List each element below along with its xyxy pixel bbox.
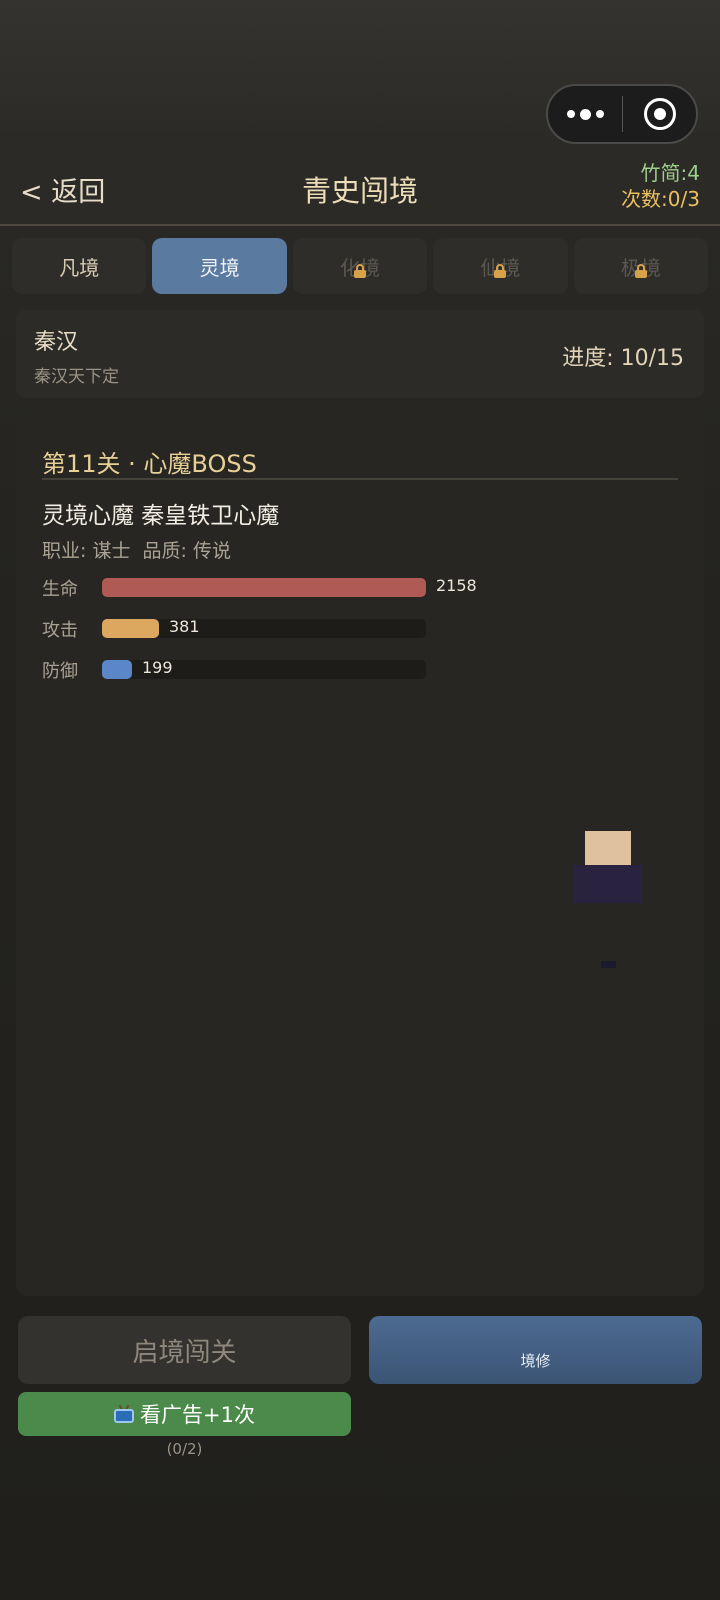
page-title: 青史闯境 bbox=[301, 174, 418, 208]
bamboo-count: 竹简:4 bbox=[640, 161, 700, 185]
stat-label: 生命 bbox=[42, 579, 78, 600]
tab-fanjing[interactable]: 凡境 bbox=[12, 238, 147, 294]
watch-ad-label: 看广告+1次 bbox=[140, 1403, 255, 1427]
stage-panel: 第11关 · 心魔BOSS 灵境心魔 秦皇铁卫心魔 职业: 谋士 品质: 传说 … bbox=[16, 414, 704, 1296]
chapter-subtitle: 秦汉天下定 bbox=[34, 367, 119, 387]
stat-value: 2158 bbox=[436, 576, 477, 595]
jingxiu-label: 境修 bbox=[520, 1352, 551, 1370]
tab-jijing[interactable]: 极境 bbox=[573, 238, 709, 294]
lock-icon bbox=[634, 264, 647, 278]
boss-sprite-shadow bbox=[601, 961, 616, 968]
chapter-card: 秦汉 秦汉天下定 进度: 10/15 bbox=[16, 310, 704, 398]
stat-bar-fill bbox=[102, 578, 426, 597]
stat-label: 防御 bbox=[42, 661, 78, 682]
chapter-name: 秦汉 bbox=[34, 330, 79, 355]
boss-meta: 职业: 谋士 品质: 传说 bbox=[42, 540, 231, 562]
stat-bar-fill bbox=[102, 660, 132, 679]
stat-value: 199 bbox=[142, 658, 173, 677]
stat-bar-fill bbox=[102, 619, 159, 638]
jingxiu-button[interactable]: 境修 bbox=[369, 1316, 702, 1384]
tab-huajing[interactable]: 化境 bbox=[292, 238, 428, 294]
attempt-count: 次数:0/3 bbox=[621, 187, 700, 211]
more-dots-icon[interactable] bbox=[548, 86, 622, 142]
tab-xianjing[interactable]: 仙境 bbox=[433, 238, 568, 294]
mini-program-capsule bbox=[546, 84, 698, 144]
boss-sprite-body bbox=[574, 865, 642, 903]
boss-name: 灵境心魔 秦皇铁卫心魔 bbox=[42, 503, 280, 529]
tab-label: 凡境 bbox=[59, 255, 100, 280]
boss-sprite-head bbox=[585, 831, 631, 865]
watch-ad-button[interactable]: 看广告+1次 bbox=[18, 1392, 351, 1436]
stat-value: 381 bbox=[169, 617, 200, 636]
chapter-progress: 进度: 10/15 bbox=[562, 346, 684, 371]
lock-icon bbox=[354, 264, 367, 278]
realm-tabs: 凡境 灵境 化境 仙境 极境 bbox=[12, 238, 709, 294]
tv-icon bbox=[114, 1404, 135, 1423]
target-circle-icon bbox=[643, 98, 676, 130]
start-challenge-button[interactable]: 启境闯关 bbox=[18, 1316, 351, 1384]
back-button[interactable]: < 返回 bbox=[20, 170, 105, 209]
stat-label: 攻击 bbox=[42, 620, 78, 641]
resource-stats: 竹简:4 次数:0/3 bbox=[621, 160, 700, 212]
stat-bar-track bbox=[102, 619, 426, 638]
tab-label: 灵境 bbox=[199, 255, 240, 280]
stage-title: 第11关 · 心魔BOSS bbox=[42, 444, 678, 480]
close-mini-program-button[interactable] bbox=[623, 86, 696, 142]
top-bar: < 返回 青史闯境 竹简:4 次数:0/3 bbox=[0, 152, 720, 226]
lock-icon bbox=[494, 264, 507, 278]
tab-lingjing[interactable]: 灵境 bbox=[152, 238, 287, 294]
ad-count: (0/2) bbox=[166, 1440, 203, 1458]
stat-bar-track bbox=[102, 578, 426, 597]
